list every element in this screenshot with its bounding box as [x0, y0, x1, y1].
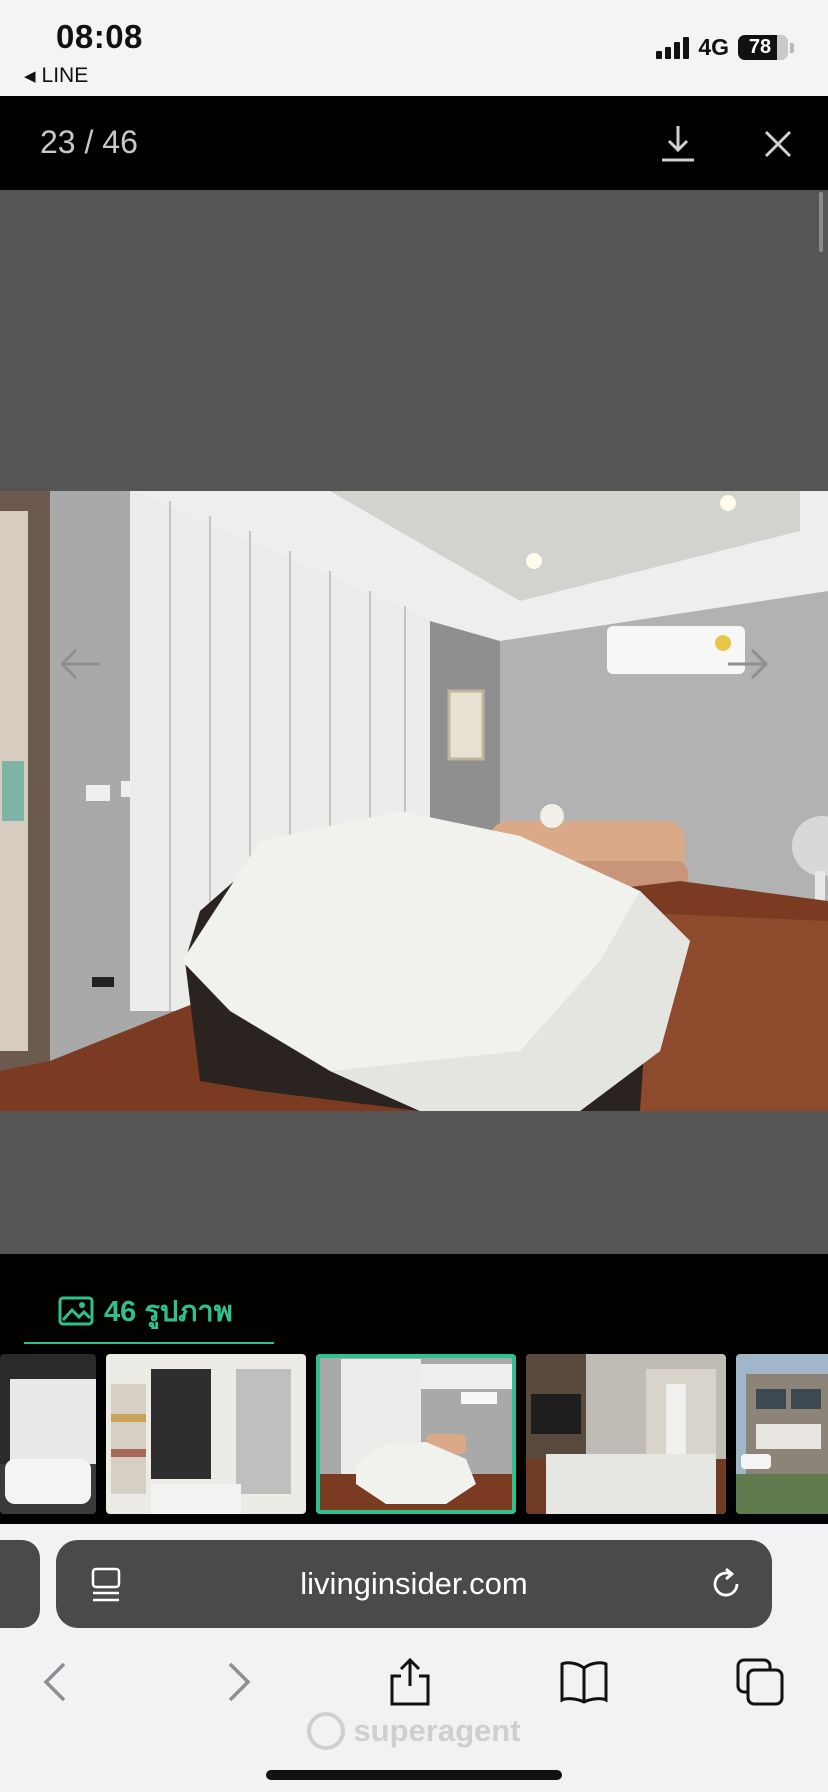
close-icon[interactable]: [758, 124, 798, 164]
thumbnail-house-exterior[interactable]: [736, 1354, 828, 1514]
battery-level: 78: [748, 36, 772, 58]
tabs-icon[interactable]: [734, 1656, 786, 1708]
network-type: 4G: [698, 34, 729, 60]
forward-icon[interactable]: [210, 1656, 262, 1708]
bookmarks-icon[interactable]: [558, 1656, 610, 1708]
thumbnail-bar: 46 รูปภาพ: [0, 1254, 828, 1524]
status-bar: 08:08 ◀ LINE 4G 78: [0, 0, 828, 96]
status-indicators: 4G 78: [656, 34, 794, 61]
thumbnail-bedroom[interactable]: [316, 1354, 516, 1514]
browser-toolbar: superagent: [0, 1634, 828, 1792]
thumbnail-strip[interactable]: [0, 1354, 828, 1524]
photos-tab-label: 46 รูปภาพ: [104, 1296, 233, 1328]
next-arrow-icon[interactable]: [722, 644, 772, 684]
url-text[interactable]: livinginsider.com: [56, 1566, 772, 1602]
previous-tab-peek[interactable]: [0, 1540, 40, 1628]
share-icon[interactable]: [384, 1656, 436, 1708]
reload-icon[interactable]: [708, 1566, 744, 1602]
address-bar-area: livinginsider.com: [0, 1524, 828, 1628]
signal-icon: [656, 36, 690, 59]
gallery-header: 23 / 46: [0, 96, 828, 190]
photos-tab[interactable]: 46 รูปภาพ: [24, 1280, 274, 1344]
superagent-watermark: superagent: [0, 1712, 828, 1750]
superagent-logo-icon: [307, 1712, 346, 1750]
page-scrollbar[interactable]: [819, 192, 823, 252]
thumbnail-living-room[interactable]: [526, 1354, 726, 1514]
thumbnail-walk-in-closet[interactable]: [106, 1354, 306, 1514]
photo-viewer[interactable]: [0, 190, 828, 1254]
prev-arrow-icon[interactable]: [56, 644, 106, 684]
address-bar[interactable]: livinginsider.com: [56, 1540, 772, 1628]
bedroom-photo: [0, 491, 828, 1111]
status-time: 08:08: [56, 18, 143, 55]
back-app-label: LINE: [41, 64, 89, 87]
thumbnail-bathroom[interactable]: [0, 1354, 96, 1514]
image-icon: [58, 1296, 94, 1326]
back-icon[interactable]: [32, 1656, 84, 1708]
back-triangle-icon: ◀: [24, 68, 36, 85]
photo-counter: 23 / 46: [40, 124, 138, 160]
back-to-app-link[interactable]: ◀ LINE: [24, 64, 88, 88]
download-icon[interactable]: [658, 122, 698, 166]
home-indicator[interactable]: [266, 1770, 562, 1780]
battery-icon: 78: [738, 35, 788, 60]
watermark-text: superagent: [353, 1713, 521, 1748]
